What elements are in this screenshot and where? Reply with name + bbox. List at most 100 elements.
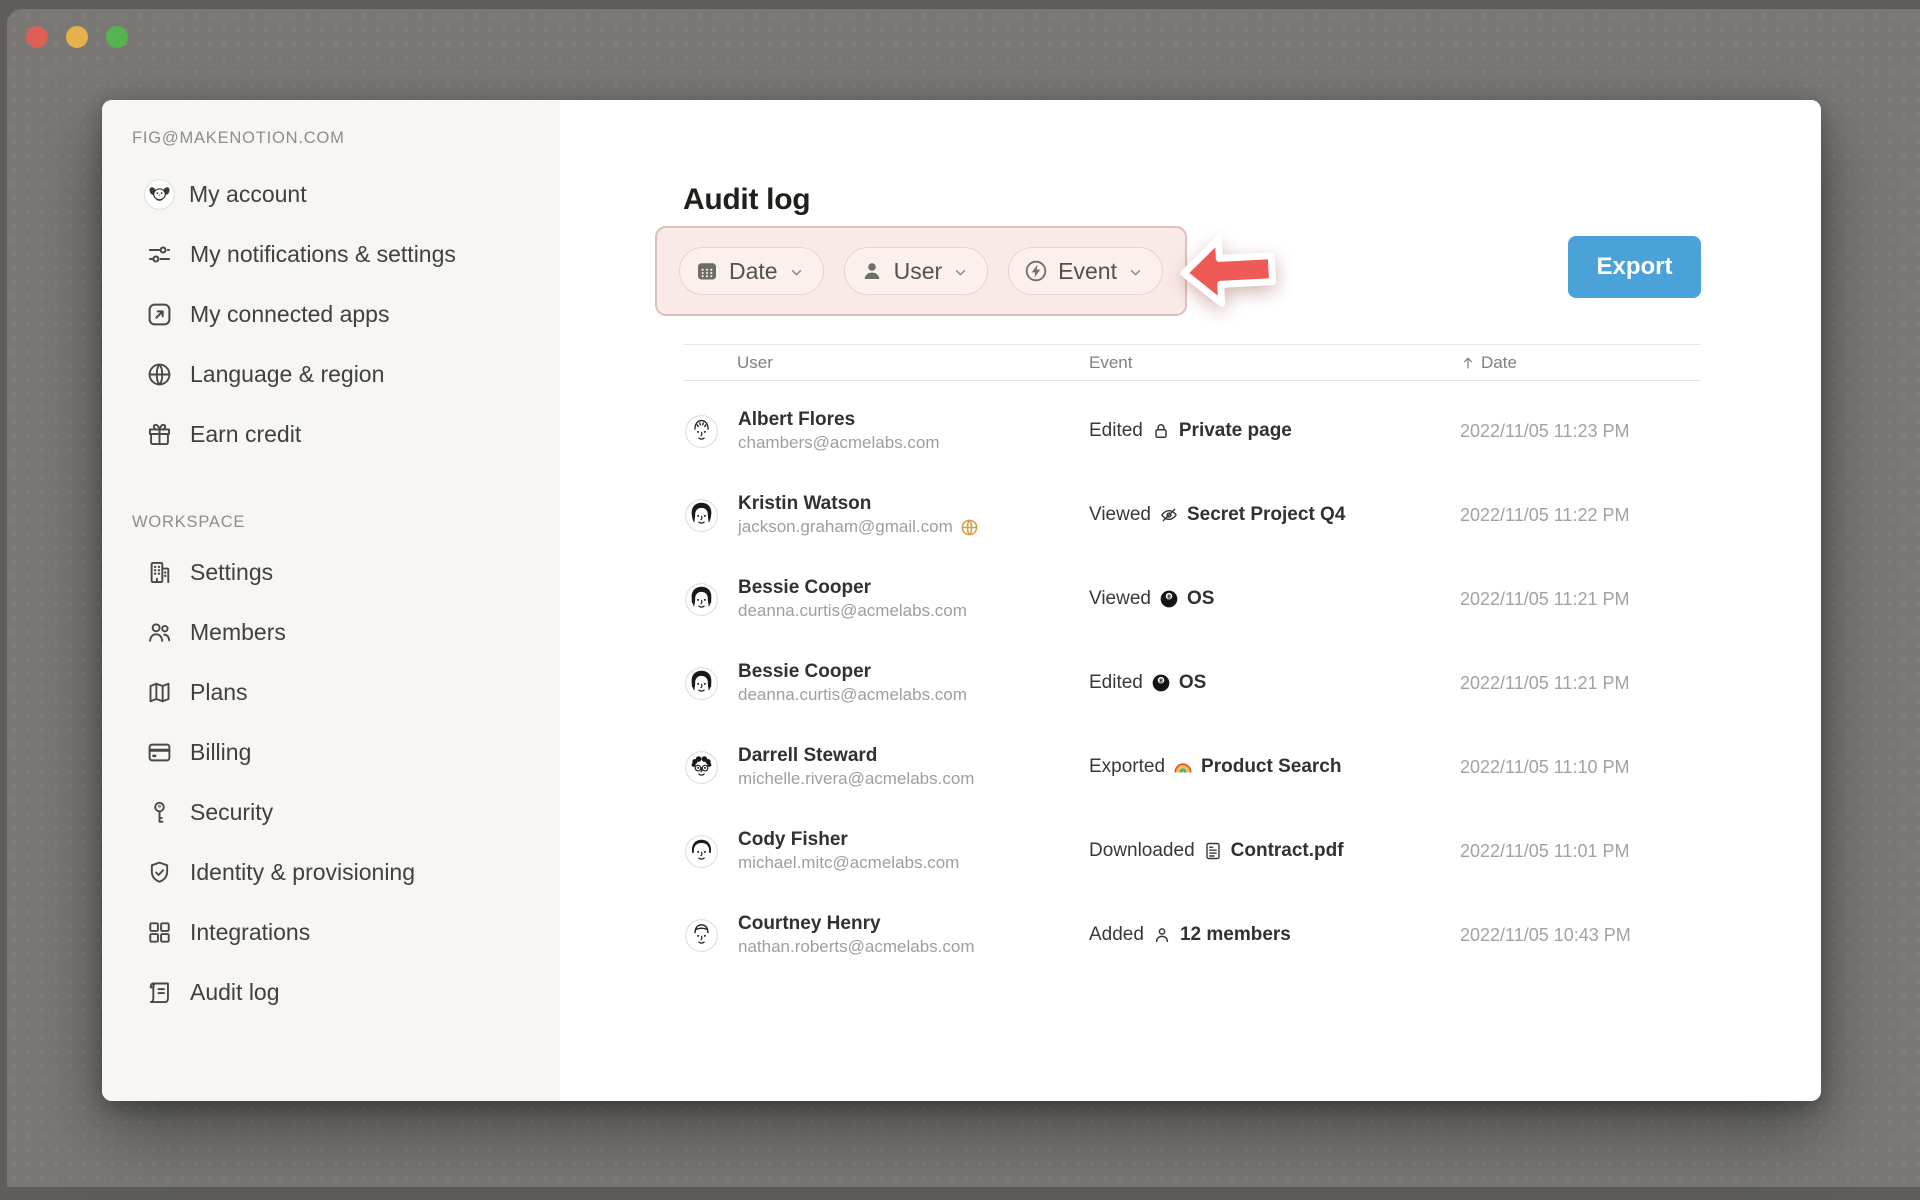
event-verb: Viewed — [1089, 588, 1151, 610]
audit-table: User Event Date Albert Flores chambers@a… — [683, 344, 1701, 977]
date-cell: 2022/11/05 10:43 PM — [1460, 925, 1701, 946]
event-object-icon: 8 — [1151, 673, 1171, 693]
user-email: jackson.graham@gmail.com — [738, 516, 979, 538]
user-email: michelle.rivera@acmelabs.com — [738, 768, 974, 790]
user-cell: Bessie Cooper deanna.curtis@acmelabs.com — [683, 660, 1089, 706]
user-email: deanna.curtis@acmelabs.com — [738, 600, 967, 622]
user-avatar — [685, 751, 718, 784]
sidebar-item[interactable]: Security — [102, 782, 560, 842]
annotation-arrow-left-icon — [1175, 229, 1279, 312]
sidebar-item[interactable]: Earn credit — [102, 404, 560, 464]
sidebar-item-icon — [146, 799, 173, 826]
filter-pill[interactable]: User — [844, 247, 989, 295]
svg-text:8: 8 — [1167, 594, 1171, 600]
event-verb: Edited — [1089, 672, 1143, 694]
sidebar-item-label: Plans — [190, 679, 248, 706]
audit-table-row: Cody Fisher michael.mitc@acmelabs.com Do… — [683, 809, 1701, 893]
sidebar-item-label: Settings — [190, 559, 273, 586]
filter-pill-icon — [1024, 259, 1048, 283]
settings-window: FIG@MAKENOTION.COM My account My notific… — [102, 100, 1821, 1101]
user-email: nathan.roberts@acmelabs.com — [738, 936, 974, 958]
chevron-down-icon — [788, 264, 805, 281]
event-object-icon: 8 — [1159, 589, 1179, 609]
event-object-icon — [1159, 505, 1179, 525]
account-section-header: FIG@MAKENOTION.COM — [132, 126, 560, 150]
sidebar-item[interactable]: Settings — [102, 542, 560, 602]
sidebar-item-label: Billing — [190, 739, 251, 766]
sidebar-item-label: My notifications & settings — [190, 241, 456, 268]
event-object: 12 members — [1180, 924, 1291, 946]
event-object: OS — [1179, 672, 1206, 694]
sidebar-item[interactable]: My connected apps — [102, 284, 560, 344]
user-name: Bessie Cooper — [738, 576, 967, 600]
user-cell: Darrell Steward michelle.rivera@acmelabs… — [683, 744, 1089, 790]
filter-pill[interactable]: Event — [1008, 247, 1163, 295]
sidebar-item-icon — [144, 179, 175, 210]
export-button[interactable]: Export — [1568, 236, 1701, 298]
chevron-down-icon — [1127, 264, 1144, 281]
filter-pill[interactable]: Date — [679, 247, 824, 295]
sidebar-item-icon — [146, 241, 173, 268]
event-cell: Exported Product Search — [1089, 756, 1460, 778]
minimize-button[interactable] — [66, 26, 88, 48]
sidebar-item-icon — [146, 559, 173, 586]
date-cell: 2022/11/05 11:10 PM — [1460, 757, 1701, 778]
user-email: chambers@acmelabs.com — [738, 432, 940, 454]
sidebar-item-icon — [146, 679, 173, 706]
sidebar-item-icon — [146, 361, 173, 388]
sidebar-item-icon — [146, 421, 173, 448]
event-verb: Added — [1089, 924, 1144, 946]
table-body: Albert Flores chambers@acmelabs.com Edit… — [683, 381, 1701, 977]
sidebar-item[interactable]: Billing — [102, 722, 560, 782]
sidebar-item[interactable]: Members — [102, 602, 560, 662]
sidebar-item-icon — [146, 919, 173, 946]
date-cell: 2022/11/05 11:01 PM — [1460, 841, 1701, 862]
event-verb: Downloaded — [1089, 840, 1195, 862]
sidebar-item-icon — [146, 301, 173, 328]
event-verb: Viewed — [1089, 504, 1151, 526]
zoom-button[interactable] — [106, 26, 128, 48]
filter-pill-icon — [695, 259, 719, 283]
date-cell: 2022/11/05 11:21 PM — [1460, 673, 1701, 694]
sidebar-item-label: Security — [190, 799, 273, 826]
event-object-icon — [1173, 757, 1193, 777]
event-object: Private page — [1179, 420, 1292, 442]
workspace-nav-list: Settings Members Plans Billing Security … — [102, 542, 560, 1022]
event-cell: Edited Private page — [1089, 420, 1460, 442]
column-header-date-sortable[interactable]: Date — [1460, 353, 1701, 373]
event-cell: Viewed Secret Project Q4 — [1089, 504, 1460, 526]
sidebar-item[interactable]: Identity & provisioning — [102, 842, 560, 902]
sidebar-item-icon — [146, 619, 173, 646]
user-cell: Albert Flores chambers@acmelabs.com — [683, 408, 1089, 454]
svg-text:8: 8 — [1159, 678, 1163, 684]
user-avatar — [685, 499, 718, 532]
sidebar-item[interactable]: Integrations — [102, 902, 560, 962]
sidebar-item[interactable]: My notifications & settings — [102, 224, 560, 284]
sidebar-item-icon — [146, 739, 173, 766]
column-header-event: Event — [1089, 353, 1460, 373]
audit-log-page: Audit log Date User Event Export User Ev… — [560, 100, 1821, 1101]
filter-pill-label: Date — [729, 258, 778, 285]
user-email: michael.mitc@acmelabs.com — [738, 852, 959, 874]
page-title: Audit log — [683, 181, 1701, 218]
settings-sidebar: FIG@MAKENOTION.COM My account My notific… — [102, 100, 560, 1101]
event-object-icon — [1152, 925, 1172, 945]
sidebar-item-label: My account — [189, 181, 307, 208]
close-button[interactable] — [26, 26, 48, 48]
event-object-icon — [1203, 841, 1223, 861]
sort-ascending-icon — [1460, 355, 1476, 371]
column-header-user: User — [683, 353, 1089, 373]
event-object: Secret Project Q4 — [1187, 504, 1345, 526]
event-cell: Edited 8 OS — [1089, 672, 1460, 694]
sidebar-item[interactable]: Audit log — [102, 962, 560, 1022]
sidebar-item[interactable]: Plans — [102, 662, 560, 722]
sidebar-item[interactable]: My account — [102, 164, 560, 224]
sidebar-item-label: Language & region — [190, 361, 384, 388]
audit-table-row: Bessie Cooper deanna.curtis@acmelabs.com… — [683, 557, 1701, 641]
sidebar-item-label: Members — [190, 619, 286, 646]
date-cell: 2022/11/05 11:22 PM — [1460, 505, 1701, 526]
event-object: OS — [1187, 588, 1214, 610]
sidebar-item[interactable]: Language & region — [102, 344, 560, 404]
audit-table-row: Darrell Steward michelle.rivera@acmelabs… — [683, 725, 1701, 809]
window-controls — [26, 26, 128, 48]
